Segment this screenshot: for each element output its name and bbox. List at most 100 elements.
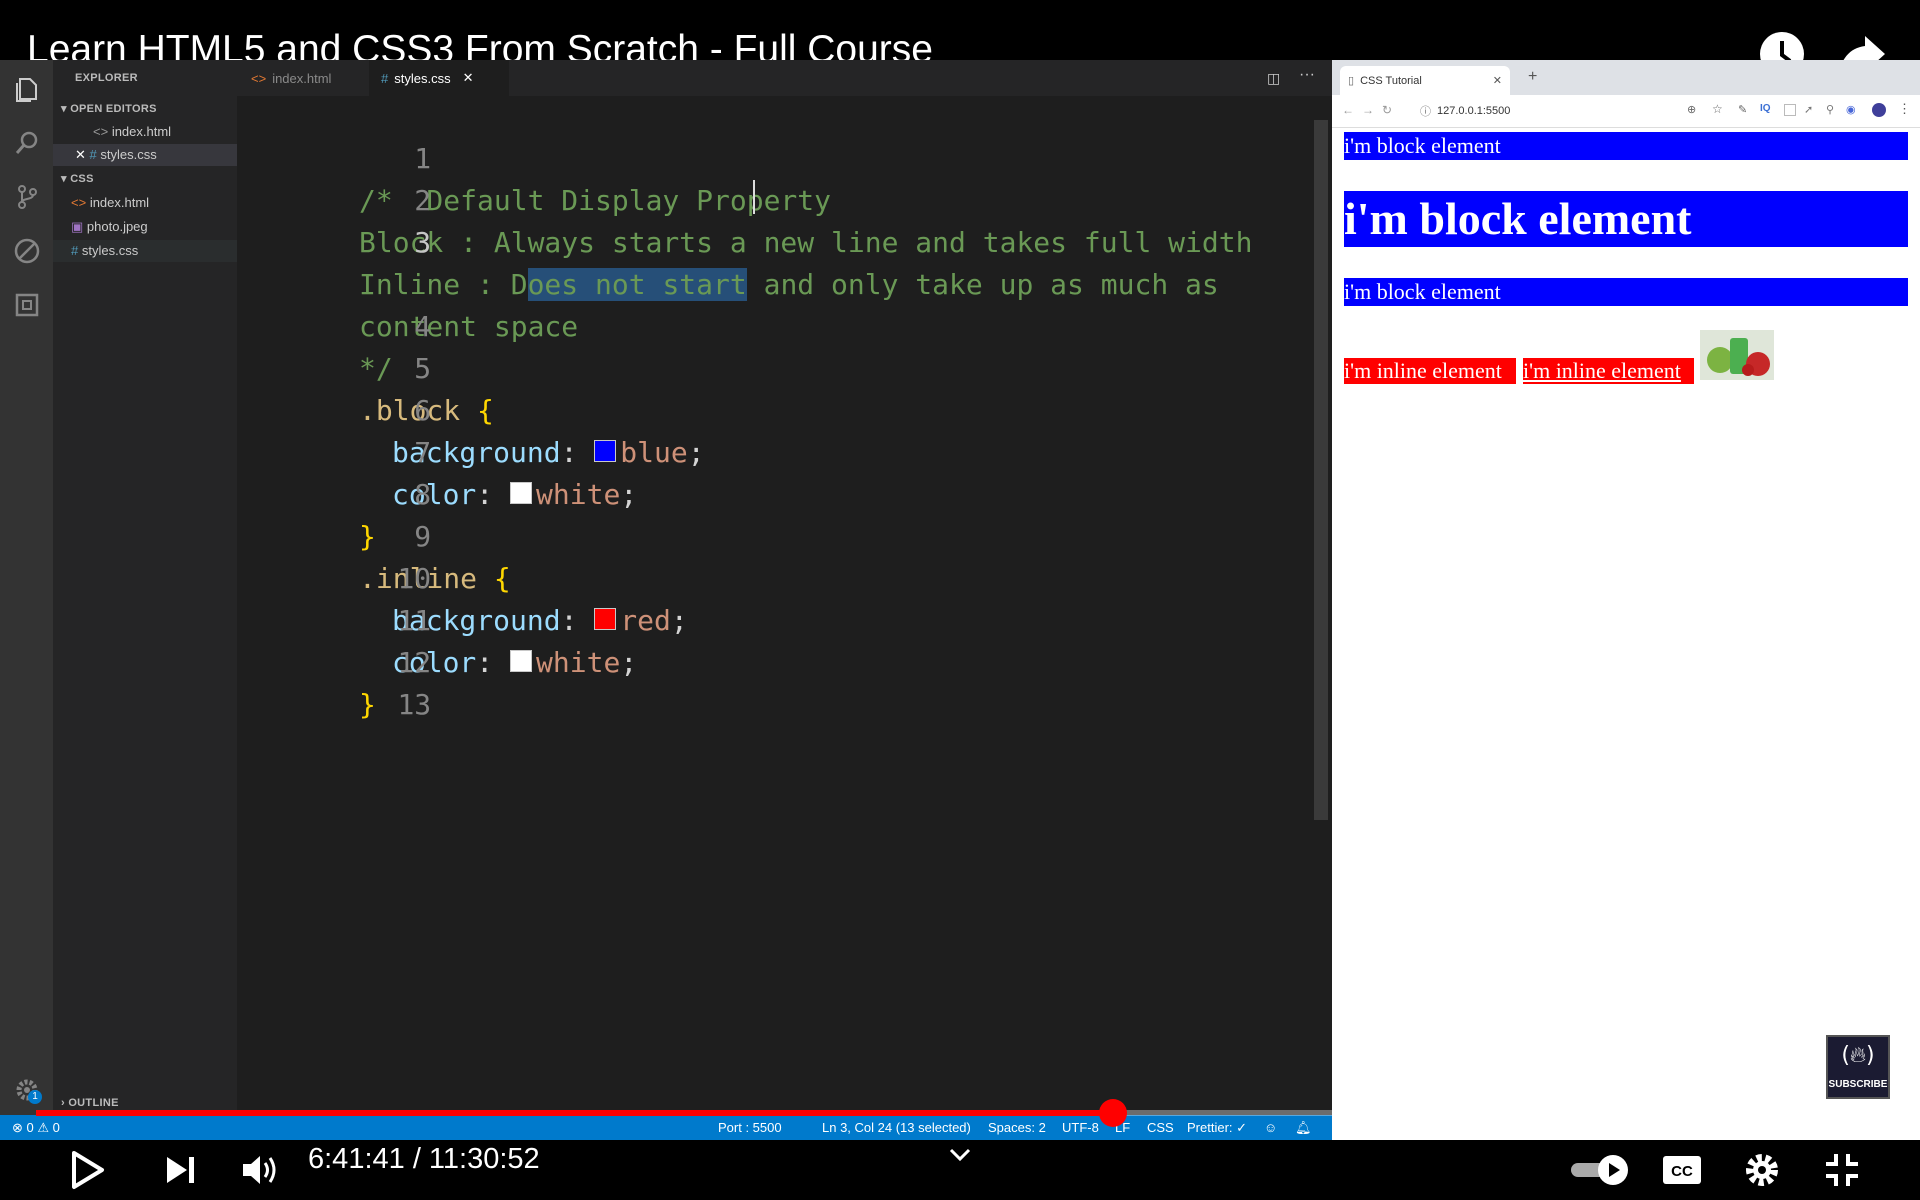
code-line: 4 */ — [237, 264, 431, 385]
feedback-icon[interactable]: ☺ — [1264, 1115, 1277, 1140]
code-fragment: Inline : D — [359, 268, 528, 301]
code-line: 7 color: white; — [237, 390, 637, 511]
color-swatch[interactable] — [594, 440, 617, 462]
eyedropper-icon[interactable]: ✎ — [1738, 103, 1747, 116]
line-number: 5 — [414, 352, 432, 385]
bookmark-star-icon[interactable]: ☆ — [1712, 102, 1723, 116]
more-actions-icon[interactable]: ··· — [1299, 66, 1315, 84]
file-label: index.html — [89, 195, 150, 210]
open-editor-item[interactable]: <> index.html — [93, 124, 171, 139]
back-icon[interactable]: ← — [1342, 103, 1354, 117]
prettier-status[interactable]: Prettier: ✓ — [1187, 1115, 1247, 1140]
color-swatch[interactable] — [510, 650, 533, 672]
svg-text:CC: CC — [1671, 1163, 1693, 1180]
browser-menu-icon[interactable]: ⋮ — [1898, 101, 1911, 117]
close-icon[interactable]: ✕ — [75, 147, 86, 162]
tab-index-html[interactable]: <> index.html — [251, 60, 369, 96]
source-control-icon[interactable] — [12, 182, 42, 212]
encoding[interactable]: UTF-8 — [1062, 1115, 1099, 1140]
autoplay-toggle[interactable] — [1566, 1145, 1636, 1195]
forward-icon[interactable]: → — [1362, 103, 1374, 117]
progress-played — [36, 1110, 1113, 1116]
exit-fullscreen-icon[interactable] — [1814, 1145, 1870, 1195]
outline-header[interactable]: › OUTLINE — [61, 1097, 119, 1109]
new-tab-icon[interactable]: + — [1528, 68, 1537, 86]
captions-icon[interactable]: CC — [1654, 1145, 1710, 1195]
code-line: 1 /* Default Display Property — [237, 96, 831, 217]
line-number: 8 — [414, 478, 432, 511]
search-icon[interactable] — [12, 128, 42, 158]
code-line: 11 color: white; — [237, 558, 637, 679]
extension-icon[interactable] — [1784, 104, 1796, 116]
progress-scrubber[interactable] — [1098, 1099, 1127, 1127]
file-item[interactable]: # styles.css — [71, 243, 138, 258]
open-editors-header[interactable]: ▾ OPEN EDITORS — [61, 102, 157, 115]
subscribe-watermark[interactable]: (🔥︎) SUBSCRIBE — [1826, 1035, 1890, 1099]
live-server-port[interactable]: Port : 5500 — [718, 1115, 782, 1140]
code-line: 8 } — [237, 432, 431, 553]
warning-count: 0 — [52, 1120, 60, 1135]
debug-icon[interactable] — [12, 236, 42, 266]
file-item[interactable]: ▣ photo.jpeg — [71, 219, 148, 235]
code-line: 9 .inline { — [237, 474, 511, 595]
close-icon[interactable]: ✕ — [463, 70, 474, 86]
problems-indicator[interactable]: ⊗ 0 ⚠ 0 — [12, 1115, 60, 1140]
folder-header[interactable]: ▾ CSS — [61, 172, 94, 185]
volume-icon[interactable] — [232, 1145, 288, 1195]
open-editor-item[interactable]: ✕ # styles.css — [75, 147, 157, 163]
next-icon[interactable] — [152, 1145, 208, 1195]
zoom-icon[interactable]: ⊕ — [1687, 103, 1696, 116]
code-line: 13 — [237, 642, 431, 721]
line-number: 1 — [414, 142, 432, 175]
code-line: 3 Inline : Does not start and only take … — [237, 180, 1219, 301]
photo-image — [1700, 330, 1774, 380]
code-line: 6 background: blue; — [237, 348, 705, 469]
bell-icon[interactable]: 🔔︎ — [1295, 1115, 1312, 1140]
browser-tab[interactable]: ▯ CSS Tutorial ✕ — [1340, 66, 1510, 95]
play-icon[interactable] — [60, 1145, 116, 1195]
extension-icon[interactable]: ◉ — [1846, 103, 1856, 116]
line-number: 7 — [414, 436, 432, 469]
image-file-icon: ▣ — [71, 219, 84, 234]
error-count: 0 — [26, 1120, 34, 1135]
block-element: i'm block element — [1344, 278, 1908, 306]
settings-icon[interactable] — [1734, 1145, 1790, 1195]
line-number: 6 — [414, 394, 432, 427]
extension-icon[interactable]: ➚ — [1804, 103, 1813, 116]
split-editor-icon[interactable]: ◫ — [1267, 70, 1280, 87]
address-bar[interactable]: ⓘ 127.0.0.1:5500 — [1420, 100, 1670, 122]
code-text: background: blue; — [392, 432, 705, 474]
code-line: 12 } — [237, 600, 431, 721]
extensions-icon[interactable] — [12, 290, 42, 320]
color-swatch[interactable] — [594, 608, 617, 630]
code-text: Block : Always starts a new line and tak… — [359, 226, 1253, 259]
file-label: styles.css — [81, 243, 139, 258]
extension-icon[interactable]: ⚲ — [1826, 103, 1834, 116]
color-swatch[interactable] — [510, 482, 533, 504]
explorer-icon[interactable] — [12, 74, 42, 104]
reload-icon[interactable]: ↻ — [1382, 103, 1392, 117]
file-item[interactable]: <> index.html — [71, 195, 149, 210]
notification-badge: 1 — [28, 1090, 42, 1104]
file-label: photo.jpeg — [86, 219, 148, 234]
explorer-title: EXPLORER — [75, 72, 138, 84]
language-mode[interactable]: CSS — [1147, 1115, 1174, 1140]
chevron-down-icon[interactable] — [932, 1130, 988, 1180]
editor-pane[interactable]: <> index.html # styles.css ✕ ◫ ··· 1 /* Def… — [237, 60, 1332, 1140]
progress-bar[interactable] — [36, 1110, 1886, 1116]
open-editors-label: OPEN EDITORS — [70, 103, 157, 115]
line-number: 11 — [397, 604, 432, 637]
line-number: 4 — [414, 310, 432, 343]
activity-bar: 1 — [0, 60, 53, 1140]
profile-avatar[interactable] — [1872, 103, 1886, 117]
css-value: white — [536, 646, 621, 679]
inline-element: i'm inline element — [1523, 358, 1694, 384]
extension-iq-icon[interactable]: IQ — [1760, 103, 1771, 114]
line-number: 10 — [397, 562, 432, 595]
open-editor-label: index.html — [111, 124, 172, 139]
close-icon[interactable]: ✕ — [1493, 74, 1502, 87]
editor-scrollbar[interactable] — [1314, 120, 1328, 820]
indentation[interactable]: Spaces: 2 — [988, 1115, 1046, 1140]
browser-tab-title: CSS Tutorial — [1360, 74, 1422, 87]
tab-styles-css[interactable]: # styles.css ✕ — [369, 60, 509, 96]
